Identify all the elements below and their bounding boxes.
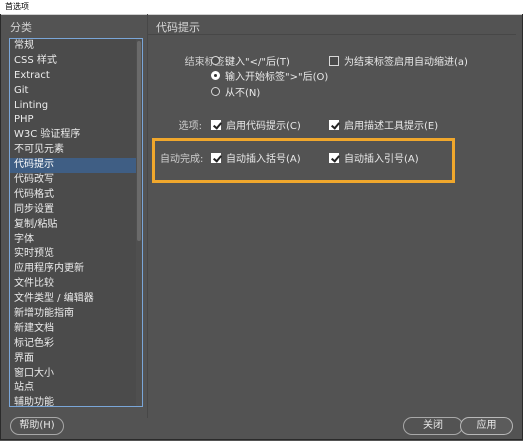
radio-after-typing[interactable]: 键入"</"后(T): [211, 53, 290, 68]
scrollbar[interactable]: [136, 39, 142, 406]
checkbox[interactable]: [329, 119, 339, 130]
radio-button[interactable]: [211, 56, 220, 65]
radio-after-open-tag[interactable]: 输入开始标签">"后(O): [211, 68, 328, 83]
radio-button[interactable]: [211, 71, 220, 80]
window-title: 首选项: [5, 2, 29, 11]
auto-insert-quotes-checkbox[interactable]: 自动插入引号(A): [329, 150, 419, 165]
auto-indent-checkbox[interactable]: 为结束标签启用自动缩进(a): [329, 53, 468, 68]
category-item[interactable]: 常规: [10, 39, 142, 54]
category-item[interactable]: Linting: [10, 99, 142, 114]
category-list[interactable]: 常规 CSS 样式 Extract Git Linting PHP W3C 验证程序 不可见元…: [9, 38, 143, 407]
radio-label: 从不(N): [225, 88, 261, 99]
category-list-items: 常规 CSS 样式 Extract Git Linting PHP W3C 验证程序 不可见元…: [10, 39, 142, 406]
category-item[interactable]: 界面: [10, 352, 142, 367]
divider: [147, 14, 148, 418]
category-item[interactable]: 站点: [10, 381, 142, 396]
checkbox[interactable]: [211, 152, 221, 163]
divider: [148, 34, 516, 35]
category-item[interactable]: PHP: [10, 113, 142, 128]
checkbox-label: 启用代码提示(C): [226, 121, 301, 132]
radio-never[interactable]: 从不(N): [211, 84, 260, 99]
category-item[interactable]: 新增功能指南: [10, 307, 142, 322]
apply-button[interactable]: 应用: [460, 417, 513, 435]
checkbox[interactable]: [329, 55, 339, 66]
category-item[interactable]: 实时预览: [10, 247, 142, 262]
category-item[interactable]: 代码格式: [10, 188, 142, 203]
section-title: 代码提示: [156, 21, 200, 34]
category-item[interactable]: Git: [10, 84, 142, 99]
radio-label: 输入开始标签">"后(O): [225, 72, 329, 83]
category-header: 分类: [10, 21, 32, 34]
title-bar: 首选项: [0, 0, 523, 15]
category-item[interactable]: 辅助功能: [10, 396, 142, 406]
category-item[interactable]: 窗口大小: [10, 367, 142, 382]
category-item[interactable]: 代码改写: [10, 173, 142, 188]
checkbox[interactable]: [329, 152, 339, 163]
autocomplete-label: 自动完成:: [160, 154, 204, 165]
category-item[interactable]: CSS 样式: [10, 54, 142, 69]
help-button[interactable]: 帮助(H): [10, 417, 64, 435]
category-item[interactable]: 应用程序内更新: [10, 262, 142, 277]
auto-insert-brackets-checkbox[interactable]: 自动插入括号(A): [211, 150, 301, 165]
options-label: 选项:: [178, 121, 202, 132]
category-item[interactable]: 同步设置: [10, 203, 142, 218]
category-item[interactable]: 文件类型 / 编辑器: [10, 292, 142, 307]
category-item[interactable]: 不可见元素: [10, 143, 142, 158]
category-item[interactable]: 复制/粘贴: [10, 218, 142, 233]
category-item[interactable]: 代码提示: [10, 158, 142, 174]
category-item[interactable]: 文件比较: [10, 277, 142, 292]
radio-label: 键入"</"后(T): [225, 57, 290, 68]
checkbox[interactable]: [211, 119, 221, 130]
category-item[interactable]: 新建文档: [10, 322, 142, 337]
enable-tooltip-checkbox[interactable]: 启用描述工具提示(E): [329, 117, 438, 132]
checkbox-label: 为结束标签启用自动缩进(a): [344, 57, 468, 68]
category-item[interactable]: W3C 验证程序: [10, 128, 142, 143]
radio-button[interactable]: [211, 87, 220, 96]
category-item[interactable]: 标记色彩: [10, 337, 142, 352]
close-button[interactable]: 关闭: [403, 417, 463, 435]
enable-code-hints-checkbox[interactable]: 启用代码提示(C): [211, 117, 301, 132]
checkbox-label: 自动插入括号(A): [226, 154, 301, 165]
checkbox-label: 自动插入引号(A): [344, 154, 419, 165]
checkbox-label: 启用描述工具提示(E): [344, 121, 439, 132]
category-item[interactable]: 字体: [10, 233, 142, 248]
scrollbar-thumb[interactable]: [137, 41, 141, 241]
category-item[interactable]: Extract: [10, 69, 142, 84]
